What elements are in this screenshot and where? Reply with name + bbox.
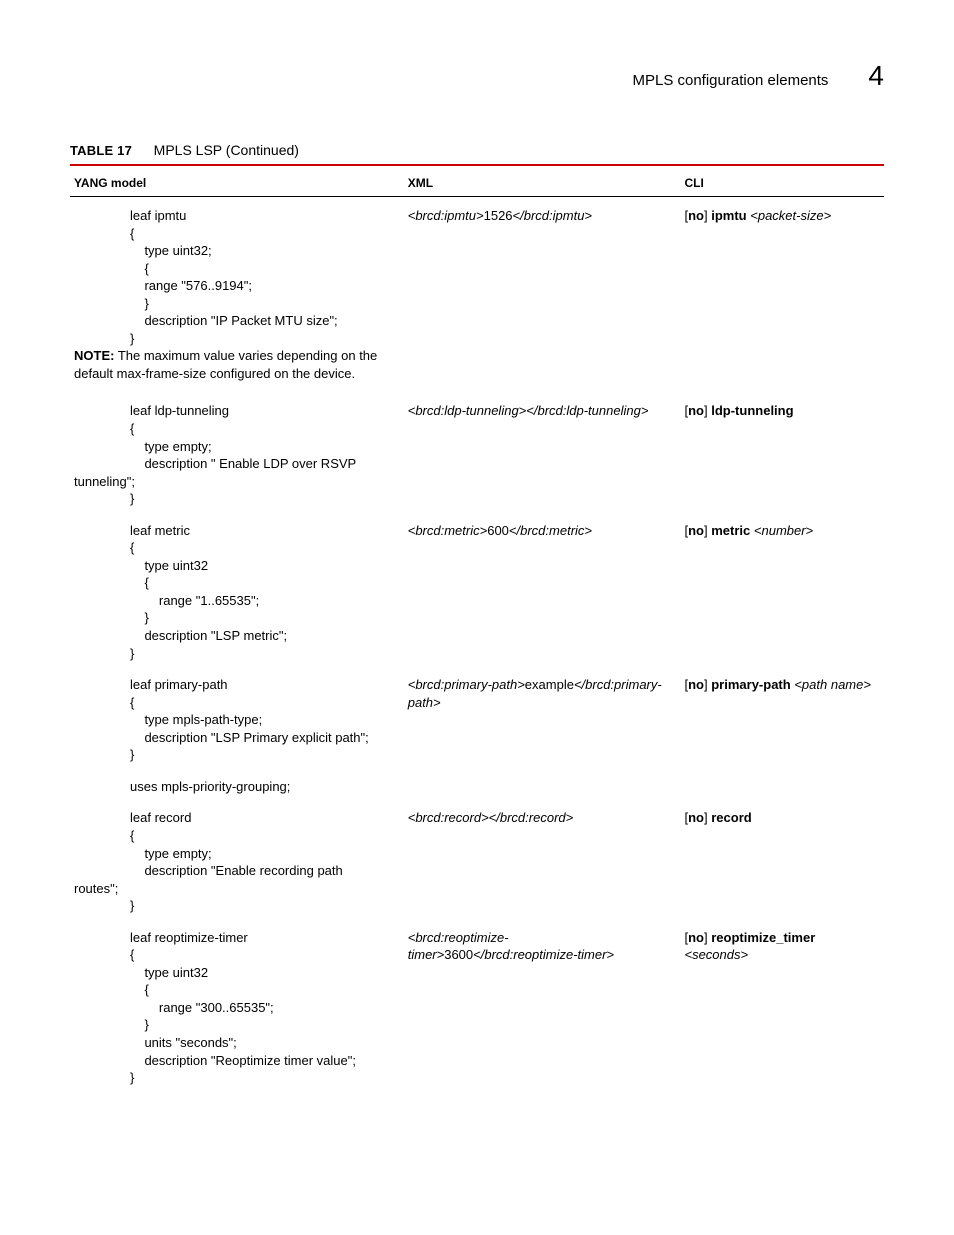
table-row: leaf reoptimize-timer { type uint32 { ra… — [70, 919, 884, 1091]
cli-no: no — [688, 677, 704, 692]
xml-value: 3600 — [444, 947, 473, 962]
yang-uses: uses mpls-priority-grouping; — [74, 778, 400, 796]
cli-no: no — [688, 810, 704, 825]
cli-arg: <path name> — [794, 677, 871, 692]
mpls-lsp-table: YANG model XML CLI leaf ipmtu { type uin… — [70, 172, 884, 1091]
yang-primary: leaf primary-path { type mpls-path-type;… — [74, 676, 400, 764]
xml-primary: <brcd:primary-path>example</brcd:primary… — [404, 666, 681, 768]
cli-arg: <packet-size> — [750, 208, 831, 223]
yang-record-post: } — [74, 897, 400, 915]
cli-cmd: ipmtu — [711, 208, 746, 223]
xml-tag-open: <brcd:record> — [408, 810, 489, 825]
table-rule — [70, 164, 884, 166]
xml-tag-open: <brcd:ldp-tunneling> — [408, 403, 527, 418]
cli-no: no — [688, 523, 704, 538]
cli-reopt: [no] reoptimize_timer <seconds> — [680, 919, 884, 1091]
xml-record: <brcd:record></brcd:record> — [404, 799, 681, 918]
cli-ipmtu: [no] ipmtu <packet-size> — [680, 197, 884, 393]
header-chapter-number: 4 — [868, 60, 884, 92]
table-row: leaf metric { type uint32 { range "1..65… — [70, 512, 884, 666]
table-row: leaf ipmtu { type uint32; { range "576..… — [70, 197, 884, 393]
cli-record: [no] record — [680, 799, 884, 918]
xml-tag-close: </brcd:ldp-tunneling> — [526, 403, 648, 418]
table-row: leaf primary-path { type mpls-path-type;… — [70, 666, 884, 768]
yang-ipmtu: leaf ipmtu { type uint32; { range "576..… — [74, 207, 400, 347]
note-label: NOTE: — [74, 348, 114, 363]
xml-tag-close: </brcd:ipmtu> — [513, 208, 593, 223]
xml-tag-close: </brcd:metric> — [509, 523, 592, 538]
yang-ipmtu-note: NOTE: The maximum value varies depending… — [74, 347, 400, 388]
yang-record-out: routes"; — [74, 880, 400, 898]
table-caption: TABLE 17 MPLS LSP (Continued) — [70, 142, 884, 158]
xml-value: example — [525, 677, 574, 692]
cli-arg: <seconds> — [684, 947, 748, 962]
cli-primary: [no] primary-path <path name> — [680, 666, 884, 768]
page-header: MPLS configuration elements 4 — [70, 60, 884, 92]
note-text: The maximum value varies depending on th… — [74, 348, 377, 381]
table-row: leaf ldp-tunneling { type empty; descrip… — [70, 392, 884, 511]
cli-no: no — [688, 208, 704, 223]
xml-ipmtu: <brcd:ipmtu>1526</brcd:ipmtu> — [404, 197, 681, 393]
cli-arg: <number> — [754, 523, 813, 538]
xml-tag-open: <brcd:metric> — [408, 523, 487, 538]
xml-tag-close: </brcd:reoptimize-timer> — [473, 947, 614, 962]
yang-record-pre: leaf record { type empty; description "E… — [74, 809, 400, 879]
yang-reopt: leaf reoptimize-timer { type uint32 { ra… — [74, 929, 400, 1087]
cli-cmd: primary-path — [711, 677, 790, 692]
cli-cmd: reoptimize_timer — [711, 930, 815, 945]
col-header-xml: XML — [404, 172, 681, 197]
cli-metric: [no] metric <number> — [680, 512, 884, 666]
yang-ldp-pre: leaf ldp-tunneling { type empty; descrip… — [74, 402, 400, 472]
cli-no: no — [688, 930, 704, 945]
xml-value: 1526 — [484, 208, 513, 223]
cli-cmd: metric — [711, 523, 750, 538]
xml-tag-open: <brcd:primary-path> — [408, 677, 525, 692]
yang-ldp-out: tunneling"; — [74, 473, 400, 491]
table-number: TABLE 17 — [70, 143, 132, 158]
cli-cmd: ldp-tunneling — [711, 403, 793, 418]
table-row: leaf record { type empty; description "E… — [70, 799, 884, 918]
yang-ldp-post: } — [74, 490, 400, 508]
xml-tag-open: <brcd:ipmtu> — [408, 208, 484, 223]
cli-no: no — [688, 403, 704, 418]
col-header-cli: CLI — [680, 172, 884, 197]
table-header-row: YANG model XML CLI — [70, 172, 884, 197]
col-header-yang: YANG model — [70, 172, 404, 197]
xml-ldp: <brcd:ldp-tunneling></brcd:ldp-tunneling… — [404, 392, 681, 511]
xml-tag-close: </brcd:record> — [489, 810, 574, 825]
cli-ldp: [no] ldp-tunneling — [680, 392, 884, 511]
cli-cmd: record — [711, 810, 751, 825]
table-title: MPLS LSP (Continued) — [154, 142, 299, 158]
header-section-title: MPLS configuration elements — [632, 72, 828, 89]
yang-metric: leaf metric { type uint32 { range "1..65… — [74, 522, 400, 662]
table-row: uses mpls-priority-grouping; — [70, 768, 884, 800]
xml-reopt: <brcd:reoptimize-timer>3600</brcd:reopti… — [404, 919, 681, 1091]
xml-value: 600 — [487, 523, 509, 538]
xml-metric: <brcd:metric>600</brcd:metric> — [404, 512, 681, 666]
